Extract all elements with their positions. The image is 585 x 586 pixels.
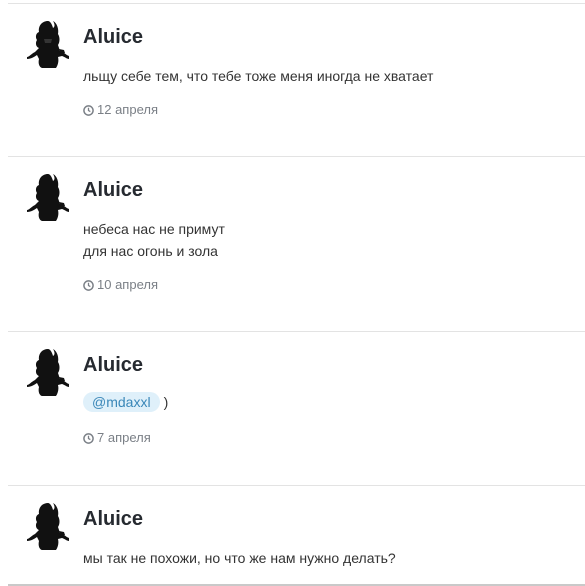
post-date[interactable]: 10 апреля <box>83 277 158 293</box>
post-text-line: для нас огонь и зола <box>83 243 218 259</box>
post-item: Aluice льщу себе тем, что тебе тоже меня… <box>8 4 585 157</box>
post-text-line: мы так не похожи, но что же нам нужно де… <box>83 550 396 566</box>
avatar[interactable] <box>26 19 72 69</box>
goth-character-silhouette-icon <box>27 21 69 68</box>
clock-icon <box>83 104 94 116</box>
goth-character-silhouette-icon <box>27 349 69 396</box>
clock-icon <box>83 432 94 444</box>
post-text: небеса нас не примут для нас огонь и зол… <box>83 218 225 262</box>
post-text: льщу себе тем, что тебе тоже меня иногда… <box>83 65 433 87</box>
author-name[interactable]: Aluice <box>83 178 143 202</box>
avatar[interactable] <box>26 347 72 397</box>
post-date-text: 12 апреля <box>97 102 158 117</box>
post-item: Aluice мы так не похожи, но что же нам н… <box>8 486 585 584</box>
post-text-tail: ) <box>163 394 169 410</box>
post-date[interactable]: 12 апреля <box>83 102 158 118</box>
post-text-line: льщу себе тем, что тебе тоже меня иногда… <box>83 68 434 84</box>
post-date[interactable]: 7 апреля <box>83 430 151 446</box>
post-text: мы так не похожи, но что же нам нужно де… <box>83 547 396 569</box>
goth-character-silhouette-icon <box>27 503 69 550</box>
post-item: Aluice @mdaxxl) 7 апреля <box>8 332 585 486</box>
author-name[interactable]: Aluice <box>83 353 143 377</box>
avatar[interactable] <box>26 501 72 551</box>
post-text-line: небеса нас не примут <box>83 221 225 237</box>
goth-character-silhouette-icon <box>27 174 69 221</box>
post-date-text: 10 апреля <box>97 277 158 292</box>
post-item: Aluice небеса нас не примут для нас огон… <box>8 157 585 332</box>
author-name[interactable]: Aluice <box>83 25 143 49</box>
user-mention-link[interactable]: @mdaxxl <box>83 392 160 412</box>
avatar[interactable] <box>26 172 72 222</box>
post-date-text: 7 апреля <box>97 430 151 445</box>
post-text: @mdaxxl) <box>83 391 168 413</box>
clock-icon <box>83 279 94 291</box>
author-name[interactable]: Aluice <box>83 507 143 531</box>
